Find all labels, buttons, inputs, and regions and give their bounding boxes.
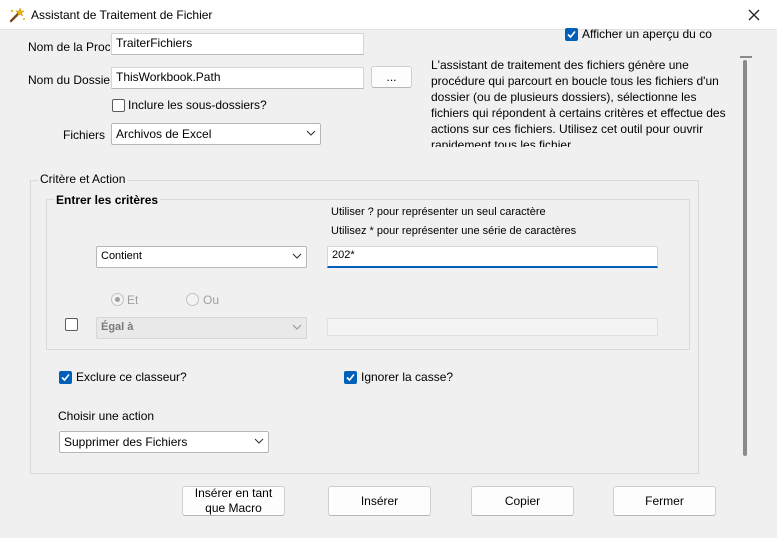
criteria-action-group-label: Critère et Action — [38, 172, 128, 186]
second-operator-select[interactable]: Égal à — [96, 317, 307, 339]
insert-as-macro-line1: Insérer en tant — [194, 486, 273, 500]
second-operator-value: Égal à — [101, 321, 134, 333]
include-subfolders-checkbox[interactable] — [112, 99, 125, 112]
criteria-operator-value: Contient — [101, 250, 142, 262]
insert-button[interactable]: Insérer — [328, 486, 431, 516]
or-radio-label: Ou — [203, 293, 220, 307]
close-dialog-button[interactable]: Fermer — [613, 486, 716, 516]
criteria-value-input[interactable]: 202* — [327, 246, 658, 268]
file-type-select[interactable]: Archivos de Excel — [111, 123, 321, 145]
scrollbar-top-mark — [740, 56, 752, 58]
scrollbar-thumb[interactable] — [743, 60, 747, 456]
browse-folder-button[interactable]: ... — [371, 66, 412, 88]
file-type-value: Archivos de Excel — [116, 127, 212, 141]
action-select[interactable]: Supprimer des Fichiers — [59, 431, 269, 453]
files-label: Fichiers — [63, 128, 106, 142]
chevron-down-icon — [254, 438, 264, 444]
action-value: Supprimer des Fichiers — [64, 435, 188, 449]
exclude-workbook-label: Exclure ce classeur? — [76, 370, 187, 384]
wizard-wand-icon — [8, 7, 26, 23]
chevron-down-icon — [292, 324, 302, 330]
procedure-name-label: Nom de la Procé — [28, 40, 110, 54]
or-radio[interactable] — [186, 293, 199, 306]
hint-multi-char: Utilisez * pour représenter une série de… — [331, 225, 577, 237]
checkmark-icon — [61, 373, 70, 382]
and-radio[interactable] — [111, 293, 124, 306]
chevron-down-icon — [292, 253, 302, 259]
folder-name-input[interactable]: ThisWorkbook.Path — [111, 67, 364, 89]
action-label: Choisir une action — [58, 409, 155, 423]
window-title: Assistant de Traitement de Fichier — [31, 8, 213, 22]
close-button[interactable] — [738, 2, 770, 28]
second-value-input[interactable] — [327, 318, 658, 336]
exclude-workbook-checkbox[interactable] — [59, 371, 72, 384]
ignore-case-checkbox[interactable] — [344, 371, 357, 384]
checkmark-icon — [567, 30, 576, 39]
insert-as-macro-line2: que Macro — [205, 501, 262, 515]
checkmark-icon — [346, 373, 355, 382]
second-criteria-checkbox[interactable] — [65, 318, 78, 331]
include-subfolders-label: Inclure les sous-dossiers? — [128, 98, 267, 112]
show-preview-checkbox[interactable] — [565, 28, 578, 41]
close-icon — [748, 9, 760, 21]
hint-single-char: Utiliser ? pour représenter un seul cara… — [331, 206, 546, 218]
chevron-down-icon — [306, 130, 316, 136]
folder-name-label: Nom du Dossier — [28, 73, 110, 87]
description-text: L'assistant de traitement des fichiers g… — [431, 58, 726, 147]
criteria-operator-select[interactable]: Contient — [96, 246, 307, 268]
procedure-name-input[interactable]: TraiterFichiers — [111, 33, 364, 55]
ignore-case-label: Ignorer la casse? — [361, 370, 454, 384]
copy-button[interactable]: Copier — [471, 486, 574, 516]
insert-as-macro-button[interactable]: Insérer en tant que Macro — [182, 486, 285, 516]
show-preview-label: Afficher un aperçu du co — [582, 27, 712, 41]
criteria-subgroup-label: Entrer les critères — [54, 193, 161, 207]
and-radio-label: Et — [127, 293, 139, 307]
